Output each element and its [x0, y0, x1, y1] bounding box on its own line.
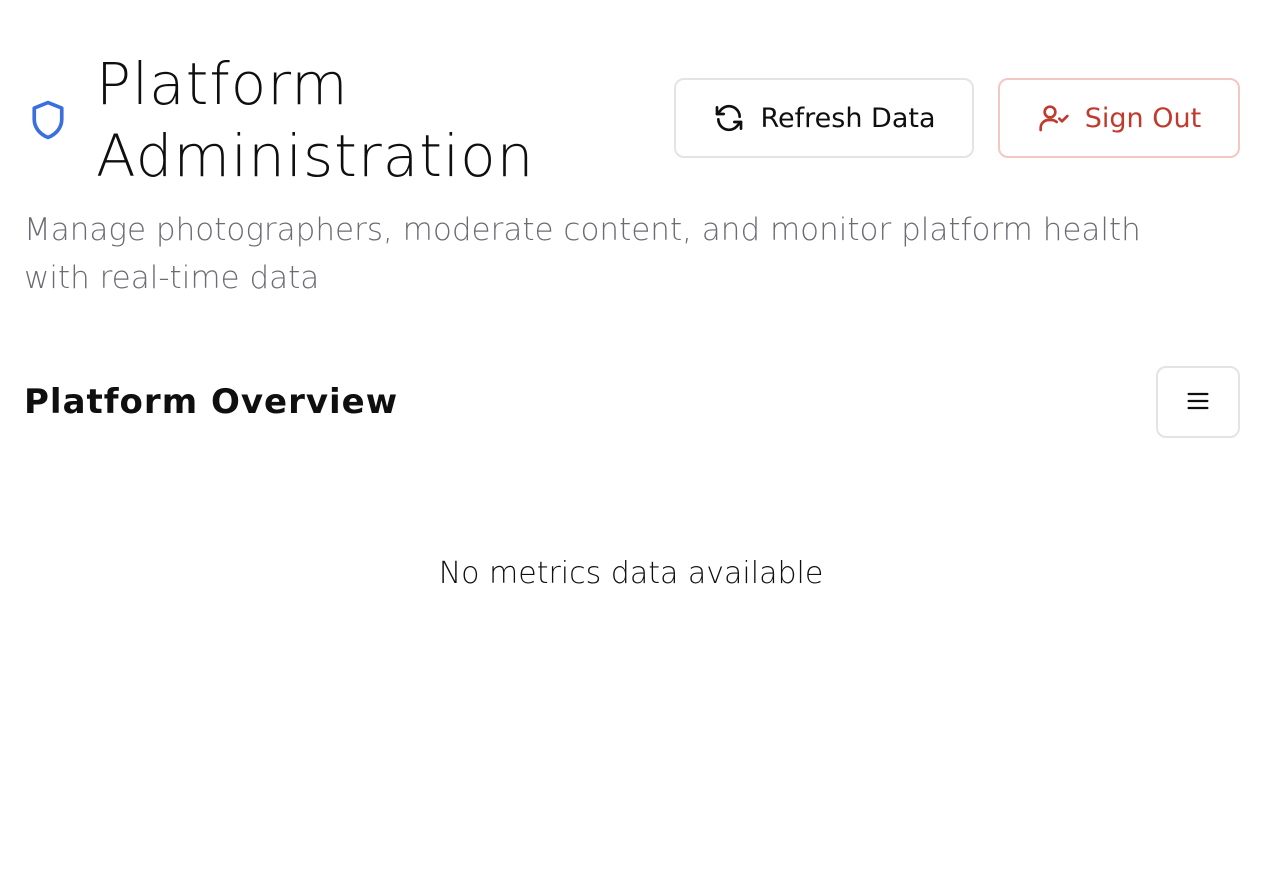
page-header: Platform Administration Refresh Data Sig… — [24, 48, 1240, 190]
empty-metrics-message: No metrics data available — [438, 556, 824, 591]
page-title: Platform Administration — [96, 50, 535, 190]
overview-menu-button[interactable] — [1156, 366, 1240, 438]
sign-out-button[interactable]: Sign Out — [998, 78, 1240, 158]
section-title: Platform Overview — [24, 382, 399, 422]
header-actions: Refresh Data Sign Out — [674, 78, 1240, 158]
sign-out-label: Sign Out — [1084, 102, 1202, 134]
user-check-icon — [1037, 101, 1071, 135]
refresh-icon — [712, 101, 746, 135]
admin-page: Platform Administration Refresh Data Sig… — [0, 0, 1286, 892]
page-subtitle: Manage photographers, moderate content, … — [24, 212, 1141, 296]
platform-overview-header: Platform Overview — [24, 366, 1240, 438]
refresh-data-label: Refresh Data — [760, 102, 936, 134]
brand: Platform Administration — [24, 48, 616, 192]
refresh-data-button[interactable]: Refresh Data — [674, 78, 974, 158]
shield-icon — [24, 96, 72, 144]
menu-icon — [1184, 387, 1212, 418]
